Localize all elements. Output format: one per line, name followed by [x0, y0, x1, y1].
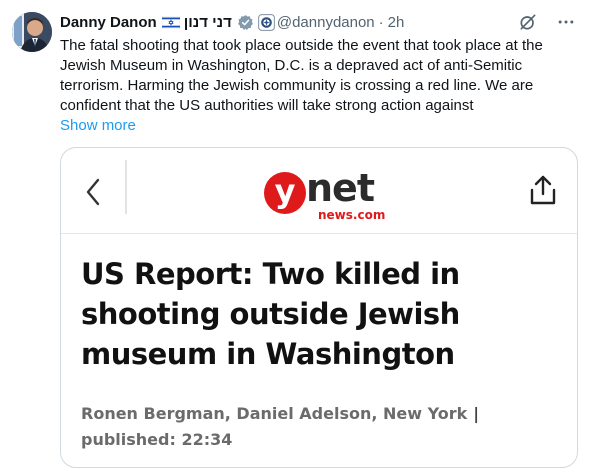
tweet-header: Danny Danon דני דנון @dannydanon · 2h [60, 12, 578, 32]
author-name[interactable]: Danny Danon [60, 14, 157, 31]
link-preview-card[interactable]: y net news.com US Report: Two killed in … [60, 147, 578, 468]
more-icon[interactable] [556, 12, 576, 32]
verified-badge-icon[interactable] [237, 14, 254, 31]
affiliation-badge-icon[interactable] [258, 13, 275, 31]
byline-separator: | [473, 404, 480, 423]
logo-subtitle: news.com [318, 208, 386, 222]
israel-flag-icon [161, 15, 180, 29]
ynet-logo: y net news.com [264, 166, 385, 224]
logo-word: net [306, 166, 375, 210]
share-icon[interactable] [529, 174, 557, 206]
avatar[interactable] [12, 12, 52, 52]
show-more-link[interactable]: Show more [60, 116, 136, 136]
author-hebrew-name: דני דנון [183, 13, 232, 31]
author-handle[interactable]: @dannydanon [277, 14, 375, 31]
article-byline: Ronen Bergman, Daniel Adelson, New York |… [81, 401, 551, 453]
article-headline: US Report: Two killed in shooting outsid… [81, 257, 460, 371]
published-time: published: 22:34 [81, 430, 233, 449]
byline-authors: Ronen Bergman, Daniel Adelson, New York [81, 404, 468, 423]
card-header: y net news.com [61, 148, 577, 234]
header-actions [518, 12, 576, 32]
tweet-timestamp[interactable]: 2h [388, 14, 405, 31]
header-divider [125, 160, 127, 214]
grok-icon[interactable] [518, 12, 538, 32]
logo-letter: y [264, 172, 306, 214]
tweet-text: The fatal shooting that took place outsi… [60, 37, 543, 114]
back-icon[interactable] [83, 176, 103, 208]
separator-dot: · [378, 13, 384, 31]
